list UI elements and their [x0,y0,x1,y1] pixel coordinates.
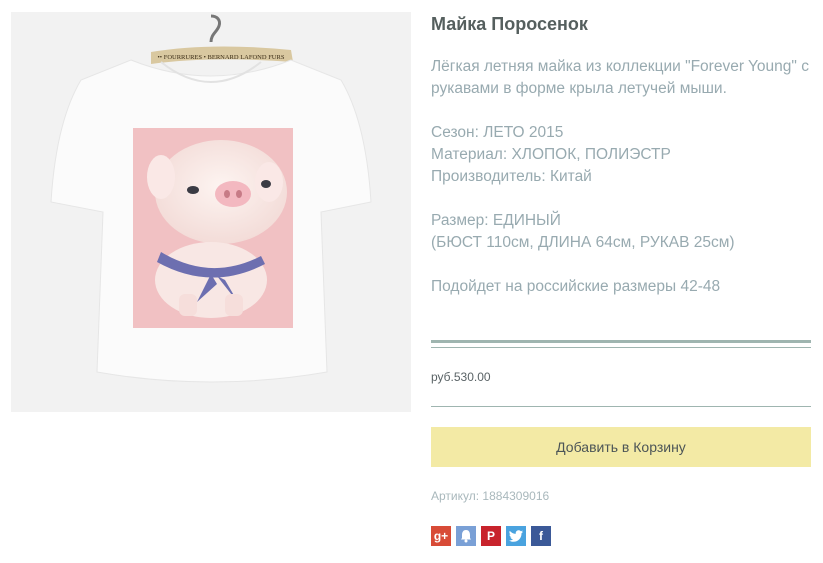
product-info: Майка Поросенок Лёгкая летняя майка из к… [431,12,811,298]
size-text: Размер: ЕДИНЫЙ [431,212,561,229]
fit-text: Подойдет на российские размеры 42-48 [431,278,721,295]
hanger-label: •• FOURRURES • BERNARD LAFOND FURS [158,54,285,61]
product-description: Лёгкая летняя майка из коллекции "Foreve… [431,56,811,298]
google-plus-share-button[interactable]: g+ [431,526,451,546]
material-text: Материал: ХЛОПОК, ПОЛИЭСТР [431,146,671,163]
twitter-icon [509,530,523,542]
google-plus-icon: g+ [433,529,449,543]
product-sku: Артикул: 1884309016 [431,489,549,503]
tshirt-illustration: •• FOURRURES • BERNARD LAFOND FURS [11,12,411,412]
twitter-share-button[interactable] [506,526,526,546]
add-to-cart-button[interactable]: Добавить в Корзину [431,427,811,467]
dimensions-text: (БЮСТ 110см, ДЛИНА 64см, РУКАВ 25см) [431,234,735,251]
divider [431,406,811,407]
product-title: Майка Поросенок [431,14,588,34]
share-buttons: g+ P f [431,526,551,546]
manufacturer-text: Производитель: Китай [431,168,592,185]
pinterest-icon: P [486,529,495,543]
sku-label: Артикул: [431,489,480,503]
sku-value: 1884309016 [482,489,550,503]
description-text: Лёгкая летняя майка из коллекции "Foreve… [431,58,809,97]
facebook-share-button[interactable]: f [531,526,551,546]
product-image[interactable]: •• FOURRURES • BERNARD LAFOND FURS [11,12,411,412]
facebook-icon: f [539,529,543,543]
pinterest-share-button[interactable]: P [481,526,501,546]
product-price: руб.530.00 [431,370,491,384]
divider-double [431,340,811,348]
bell-icon [461,530,471,543]
vkontakte-share-button[interactable] [456,526,476,546]
season-text: Сезон: ЛЕТО 2015 [431,124,564,141]
